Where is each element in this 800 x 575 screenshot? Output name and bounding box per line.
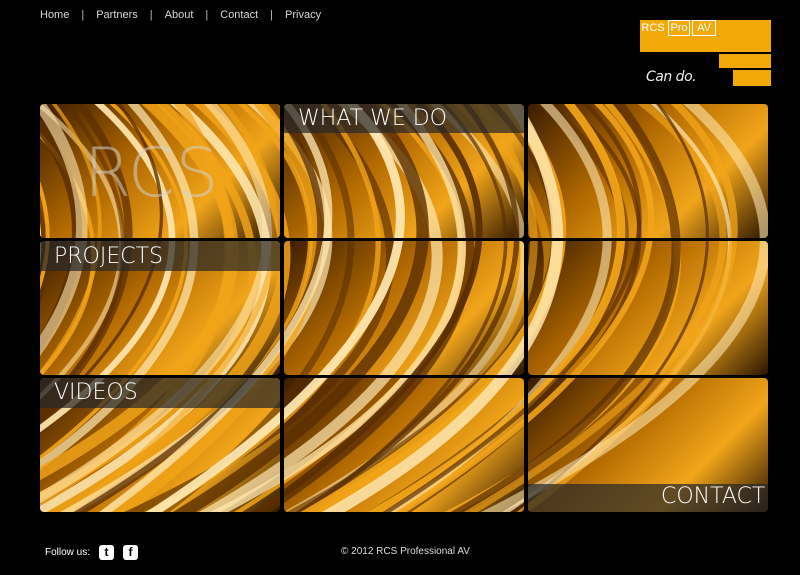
follow-label: Follow us: (45, 547, 91, 558)
top-nav: Home | Partners | About | Contact | Priv… (40, 9, 321, 21)
fiber-art (528, 104, 768, 238)
tile-image[interactable] (528, 241, 768, 375)
fiber-art (284, 378, 524, 512)
nav-contact-link[interactable]: Contact (220, 9, 258, 21)
nav-separator: | (205, 9, 209, 21)
logo-block (733, 70, 771, 86)
logo-tagline: Can do. (646, 69, 697, 85)
fiber-art (528, 241, 768, 375)
twitter-glyph: t (104, 545, 109, 559)
tile-rcs[interactable]: RCS (40, 104, 280, 238)
tile-image[interactable] (528, 104, 768, 238)
facebook-glyph: f (128, 545, 133, 559)
nav-privacy-link[interactable]: Privacy (285, 9, 321, 21)
rcs-watermark: RCS (84, 134, 219, 213)
projects-label: PROJECTS (54, 244, 164, 269)
tile-contact[interactable]: CONTACT (528, 378, 768, 512)
what-we-do-label: WHAT WE DO (298, 106, 447, 131)
tile-what-we-do[interactable]: WHAT WE DO (284, 104, 524, 238)
fiber-art (284, 241, 524, 375)
twitter-icon[interactable]: t (99, 545, 115, 560)
logo-word-av: AV (692, 20, 716, 36)
tile-grid: RCS WHAT WE DO PROJECTS VIDEOS CONTACT (40, 104, 768, 512)
logo-block (719, 54, 771, 68)
tile-image[interactable] (284, 241, 524, 375)
nav-separator: | (81, 9, 85, 21)
logo-word-pro: Pro (668, 20, 690, 36)
follow-us: Follow us: t f (45, 545, 139, 560)
facebook-icon[interactable]: f (123, 545, 139, 560)
copyright: © 2012 RCS Professional AV (341, 546, 470, 557)
tile-projects[interactable]: PROJECTS (40, 241, 280, 375)
tile-videos[interactable]: VIDEOS (40, 378, 280, 512)
nav-home-link[interactable]: Home (40, 9, 69, 21)
nav-separator: | (270, 9, 274, 21)
nav-partners-link[interactable]: Partners (96, 9, 138, 21)
logo-word-rcs: RCS (641, 22, 665, 34)
tile-image[interactable] (284, 378, 524, 512)
contact-label: CONTACT (661, 484, 766, 509)
nav-separator: | (149, 9, 153, 21)
videos-label: VIDEOS (54, 380, 138, 405)
nav-about-link[interactable]: About (165, 9, 194, 21)
